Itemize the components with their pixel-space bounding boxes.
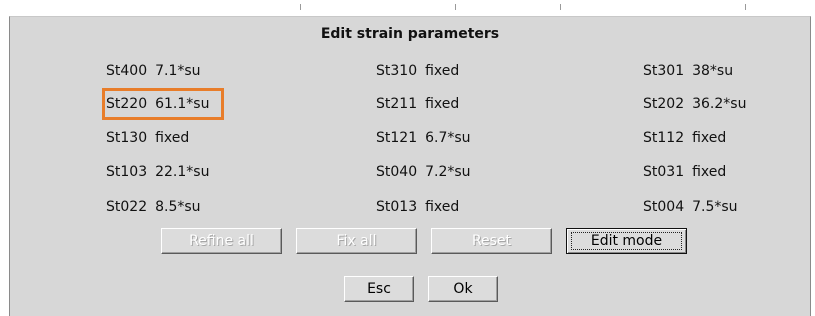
- background-strip: [0, 0, 815, 16]
- strip-tick: [300, 4, 301, 10]
- strip-tick: [560, 4, 561, 10]
- param-name: St013: [376, 199, 418, 215]
- param-name: St040: [376, 164, 418, 180]
- param-name: St112: [643, 130, 685, 146]
- ok-button[interactable]: Ok: [428, 276, 498, 302]
- param-st130[interactable]: St130 fixed: [106, 130, 189, 146]
- param-st040[interactable]: St040 7.2*su: [376, 164, 471, 180]
- param-value: 8.5*su: [155, 199, 201, 215]
- param-value: fixed: [692, 130, 727, 146]
- param-value: 36.2*su: [692, 96, 747, 112]
- refine-all-button[interactable]: Refine all: [161, 228, 282, 254]
- param-name: St031: [643, 164, 685, 180]
- strip-tick: [745, 4, 746, 10]
- edit-mode-button[interactable]: Edit mode: [566, 228, 687, 254]
- param-st004[interactable]: St004 7.5*su: [643, 199, 738, 215]
- reset-button[interactable]: Reset: [431, 228, 552, 254]
- param-value: 38*su: [692, 63, 734, 79]
- edit-mode-label: Edit mode: [571, 232, 682, 250]
- param-value: 61.1*su: [155, 96, 210, 112]
- param-name: St022: [106, 199, 148, 215]
- strip-tick: [455, 4, 456, 10]
- param-st103[interactable]: St103 22.1*su: [106, 164, 209, 180]
- param-value: 6.7*su: [425, 130, 471, 146]
- param-name: St004: [643, 199, 685, 215]
- param-name: St130: [106, 130, 148, 146]
- param-st202[interactable]: St202 36.2*su: [643, 96, 746, 112]
- param-st013[interactable]: St013 fixed: [376, 199, 459, 215]
- param-st022[interactable]: St022 8.5*su: [106, 199, 201, 215]
- param-st211[interactable]: St211 fixed: [376, 96, 459, 112]
- param-st310[interactable]: St310 fixed: [376, 63, 459, 79]
- fix-all-button[interactable]: Fix all: [296, 228, 417, 254]
- param-name: St211: [376, 96, 418, 112]
- param-value: 7.2*su: [425, 164, 471, 180]
- param-st220[interactable]: St220 61.1*su: [106, 96, 209, 112]
- param-name: St103: [106, 164, 148, 180]
- param-value: fixed: [155, 130, 190, 146]
- dialog-title: Edit strain parameters: [320, 26, 500, 42]
- param-st121[interactable]: St121 6.7*su: [376, 130, 471, 146]
- param-value: fixed: [425, 96, 460, 112]
- edit-strain-dialog: Edit strain parameters St400 7.1*su St310…: [9, 16, 811, 316]
- param-name: St301: [643, 63, 685, 79]
- esc-button[interactable]: Esc: [344, 276, 414, 302]
- param-name: St220: [106, 96, 148, 112]
- param-name: St121: [376, 130, 418, 146]
- param-value: 7.1*su: [155, 63, 201, 79]
- param-value: fixed: [425, 199, 460, 215]
- param-value: 7.5*su: [692, 199, 738, 215]
- param-value: fixed: [692, 164, 727, 180]
- param-st112[interactable]: St112 fixed: [643, 130, 726, 146]
- param-name: St400: [106, 63, 148, 79]
- param-value: 22.1*su: [155, 164, 210, 180]
- param-name: St310: [376, 63, 418, 79]
- param-st031[interactable]: St031 fixed: [643, 164, 726, 180]
- param-st301[interactable]: St301 38*su: [643, 63, 733, 79]
- param-st400[interactable]: St400 7.1*su: [106, 63, 201, 79]
- param-value: fixed: [425, 63, 460, 79]
- param-name: St202: [643, 96, 685, 112]
